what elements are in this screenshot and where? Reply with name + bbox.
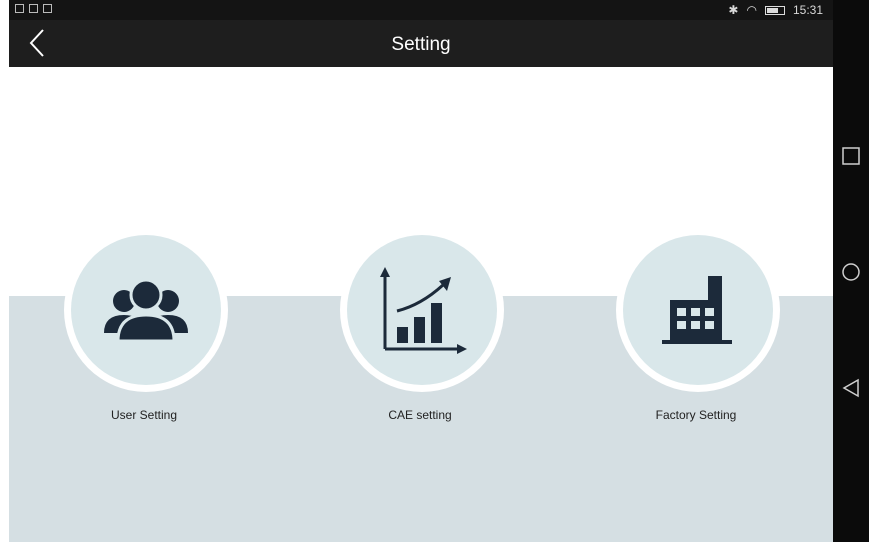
- battery-icon: [764, 5, 785, 15]
- page-title: Setting: [391, 34, 451, 55]
- factory-setting-button[interactable]: Factory Setting: [606, 228, 786, 428]
- user-setting-button[interactable]: User Setting: [54, 228, 234, 428]
- factory-icon: [662, 276, 732, 344]
- status-right: ✱ ◠ 15:31: [728, 3, 823, 17]
- recents-button[interactable]: [841, 146, 861, 166]
- cae-setting-button[interactable]: CAE setting: [330, 228, 510, 428]
- image-icon: [29, 4, 38, 13]
- growth-chart-icon: [380, 267, 467, 354]
- status-bar: ✱ ◠ 15:31: [9, 0, 833, 20]
- users-group-icon: [104, 278, 188, 343]
- back-nav-button[interactable]: [841, 378, 861, 398]
- user-setting-ring: [64, 228, 228, 392]
- triangle-back-icon: [842, 378, 859, 398]
- factory-setting-ring: [616, 228, 780, 392]
- user-setting-circle: [71, 235, 221, 385]
- cae-setting-ring: [340, 228, 504, 392]
- system-navigation-bar: [833, 0, 869, 542]
- cae-setting-label: CAE setting: [388, 408, 452, 422]
- app-screen: ✱ ◠ 15:31 Setting User Setting CAE setti…: [9, 0, 833, 542]
- message-icon: [43, 4, 52, 13]
- circle-icon: [842, 263, 860, 281]
- bluetooth-icon: ✱: [728, 3, 739, 17]
- wifi-icon: ◠: [746, 3, 757, 17]
- title-bar: Setting: [9, 20, 833, 67]
- square-icon: [842, 147, 860, 165]
- user-setting-label: User Setting: [110, 408, 178, 422]
- notification-icons: [15, 4, 52, 13]
- back-button[interactable]: [21, 26, 55, 60]
- factory-setting-label: Factory Setting: [655, 408, 737, 422]
- factory-setting-circle: [623, 235, 773, 385]
- chevron-left-icon: [29, 29, 44, 57]
- home-button[interactable]: [841, 262, 861, 282]
- cae-setting-circle: [347, 235, 497, 385]
- notification-icon: [15, 4, 24, 13]
- status-time: 15:31: [792, 3, 823, 17]
